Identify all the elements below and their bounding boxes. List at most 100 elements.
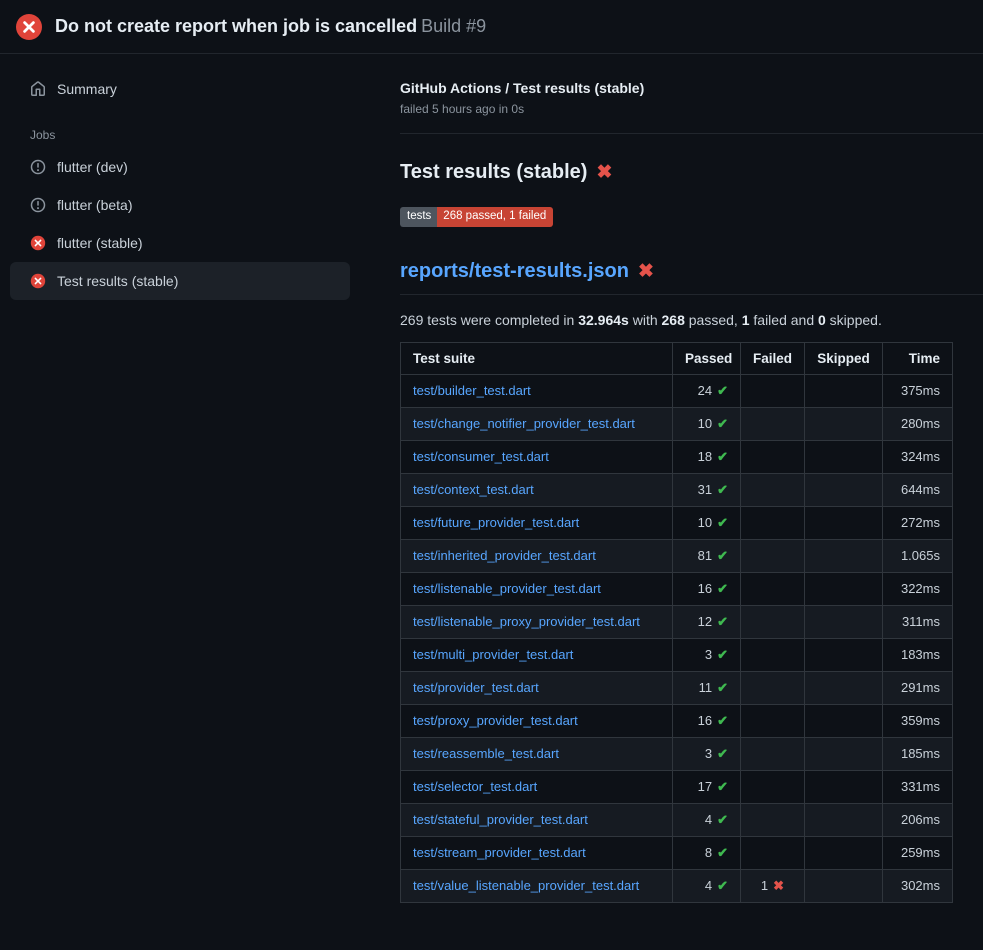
count: 16 bbox=[698, 713, 712, 728]
build-number: Build #9 bbox=[421, 16, 486, 36]
table-row: test/change_notifier_provider_test.dart 1… bbox=[401, 407, 953, 440]
results-table-body: test/builder_test.dart24✔375mstest/chang… bbox=[401, 374, 953, 902]
skipped-cell bbox=[805, 638, 883, 671]
passed-cell: 4✔ bbox=[673, 803, 741, 836]
cancelled-circle-icon bbox=[30, 159, 46, 175]
summary-number: 1 bbox=[742, 312, 750, 328]
skipped-cell bbox=[805, 869, 883, 902]
passed-cell: 81✔ bbox=[673, 539, 741, 572]
passed-cell: 4✔ bbox=[673, 869, 741, 902]
table-row: test/consumer_test.dart18✔324ms bbox=[401, 440, 953, 473]
table-row: test/selector_test.dart17✔331ms bbox=[401, 770, 953, 803]
report-link[interactable]: reports/test-results.json bbox=[400, 260, 629, 283]
failed-status-icon bbox=[16, 14, 42, 40]
test-suite-link[interactable]: test/stateful_provider_test.dart bbox=[413, 812, 588, 827]
run-status-line: failed 5 hours ago in 0s bbox=[400, 102, 983, 116]
suite-cell: test/future_provider_test.dart bbox=[401, 506, 673, 539]
passed-cell: 11 ✔ bbox=[673, 671, 741, 704]
suite-cell: test/change_notifier_provider_test.dart bbox=[401, 407, 673, 440]
count: 18 bbox=[698, 449, 712, 464]
failed-cell bbox=[741, 506, 805, 539]
check-icon: ✔ bbox=[717, 383, 728, 398]
summary-label: Summary bbox=[57, 81, 117, 97]
check-icon: ✔ bbox=[717, 779, 728, 794]
time-cell: 183ms bbox=[883, 638, 953, 671]
failed-cell bbox=[741, 374, 805, 407]
test-suite-link[interactable]: test/proxy_provider_test.dart bbox=[413, 713, 578, 728]
cross-mark-icon: ✖ bbox=[638, 262, 654, 281]
suite-cell: test/proxy_provider_test.dart bbox=[401, 704, 673, 737]
column-header-test-suite: Test suite bbox=[401, 342, 673, 374]
failed-cell bbox=[741, 638, 805, 671]
count: 16 bbox=[698, 581, 712, 596]
suite-cell: test/inherited_provider_test.dart bbox=[401, 539, 673, 572]
test-suite-link[interactable]: test/inherited_provider_test.dart bbox=[413, 548, 596, 563]
sidebar-item-summary[interactable]: Summary bbox=[10, 70, 350, 108]
time-cell: 359ms bbox=[883, 704, 953, 737]
job-label: flutter (beta) bbox=[57, 197, 132, 213]
test-suite-link[interactable]: test/multi_provider_test.dart bbox=[413, 647, 573, 662]
time-cell: 324ms bbox=[883, 440, 953, 473]
x-circle-icon bbox=[30, 235, 46, 251]
passed-cell: 10✔ bbox=[673, 407, 741, 440]
check-icon: ✔ bbox=[717, 515, 728, 530]
count: 3 bbox=[705, 647, 712, 662]
failed-cell bbox=[741, 803, 805, 836]
run-title: Do not create report when job is cancell… bbox=[55, 16, 417, 36]
test-suite-link[interactable]: test/builder_test.dart bbox=[413, 383, 531, 398]
passed-cell: 17✔ bbox=[673, 770, 741, 803]
test-suite-link[interactable]: test/value_listenable_provider_test.dart bbox=[413, 878, 639, 893]
passed-cell: 31✔ bbox=[673, 473, 741, 506]
summary-text: skipped. bbox=[826, 312, 882, 328]
sidebar-job-test-results-stable[interactable]: Test results (stable) bbox=[10, 262, 350, 300]
check-icon: ✔ bbox=[717, 680, 728, 695]
time-cell: 280ms bbox=[883, 407, 953, 440]
count: 11 bbox=[699, 680, 713, 695]
test-suite-link[interactable]: test/listenable_provider_test.dart bbox=[413, 581, 601, 596]
test-suite-link[interactable]: test/context_test.dart bbox=[413, 482, 534, 497]
skipped-cell bbox=[805, 473, 883, 506]
failed-cell bbox=[741, 407, 805, 440]
sidebar-job-flutter-stable[interactable]: flutter (stable) bbox=[10, 224, 350, 262]
skipped-cell bbox=[805, 605, 883, 638]
table-row: test/provider_test.dart11✔291ms bbox=[401, 671, 953, 704]
skipped-cell bbox=[805, 737, 883, 770]
test-suite-link[interactable]: test/change_notifier_provider_test.dart bbox=[413, 416, 635, 431]
table-row: test/stateful_provider_test.dart4✔206ms bbox=[401, 803, 953, 836]
failed-cell bbox=[741, 770, 805, 803]
failed-cell bbox=[741, 605, 805, 638]
time-cell: 644ms bbox=[883, 473, 953, 506]
table-row: test/multi_provider_test.dart3✔183ms bbox=[401, 638, 953, 671]
column-header-time: Time bbox=[883, 342, 953, 374]
count: 81 bbox=[698, 548, 712, 563]
table-row: test/reassemble_test.dart3✔185ms bbox=[401, 737, 953, 770]
passed-cell: 10✔ bbox=[673, 506, 741, 539]
badge-label: tests bbox=[400, 207, 437, 227]
jobs-list: flutter (dev) flutter (beta) flutter (stab… bbox=[10, 148, 350, 300]
job-label: Test results (stable) bbox=[57, 273, 178, 289]
sidebar-job-flutter-beta[interactable]: flutter (beta) bbox=[10, 186, 350, 224]
test-suite-link[interactable]: test/listenable_proxy_provider_test.dart bbox=[413, 614, 640, 629]
failed-cell bbox=[741, 737, 805, 770]
count: 12 bbox=[698, 614, 712, 629]
table-row: test/inherited_provider_test.dart81✔1.06… bbox=[401, 539, 953, 572]
check-run-header: Do not create report when job is cancell… bbox=[0, 0, 983, 54]
check-icon: ✔ bbox=[717, 581, 728, 596]
summary-text: failed and bbox=[750, 312, 819, 328]
test-suite-link[interactable]: test/stream_provider_test.dart bbox=[413, 845, 586, 860]
test-suite-link[interactable]: test/reassemble_test.dart bbox=[413, 746, 559, 761]
skipped-cell bbox=[805, 836, 883, 869]
passed-cell: 12✔ bbox=[673, 605, 741, 638]
count: 1 bbox=[761, 878, 768, 893]
passed-cell: 16✔ bbox=[673, 704, 741, 737]
test-suite-link[interactable]: test/consumer_test.dart bbox=[413, 449, 549, 464]
skipped-cell bbox=[805, 803, 883, 836]
test-suite-link[interactable]: test/selector_test.dart bbox=[413, 779, 537, 794]
skipped-cell bbox=[805, 440, 883, 473]
table-header-row: Test suitePassedFailedSkippedTime bbox=[401, 342, 953, 374]
sidebar-job-flutter-dev[interactable]: flutter (dev) bbox=[10, 148, 350, 186]
jobs-heading: Jobs bbox=[30, 128, 350, 142]
test-suite-link[interactable]: test/future_provider_test.dart bbox=[413, 515, 579, 530]
test-suite-link[interactable]: test/provider_test.dart bbox=[413, 680, 539, 695]
table-row: test/stream_provider_test.dart8✔259ms bbox=[401, 836, 953, 869]
